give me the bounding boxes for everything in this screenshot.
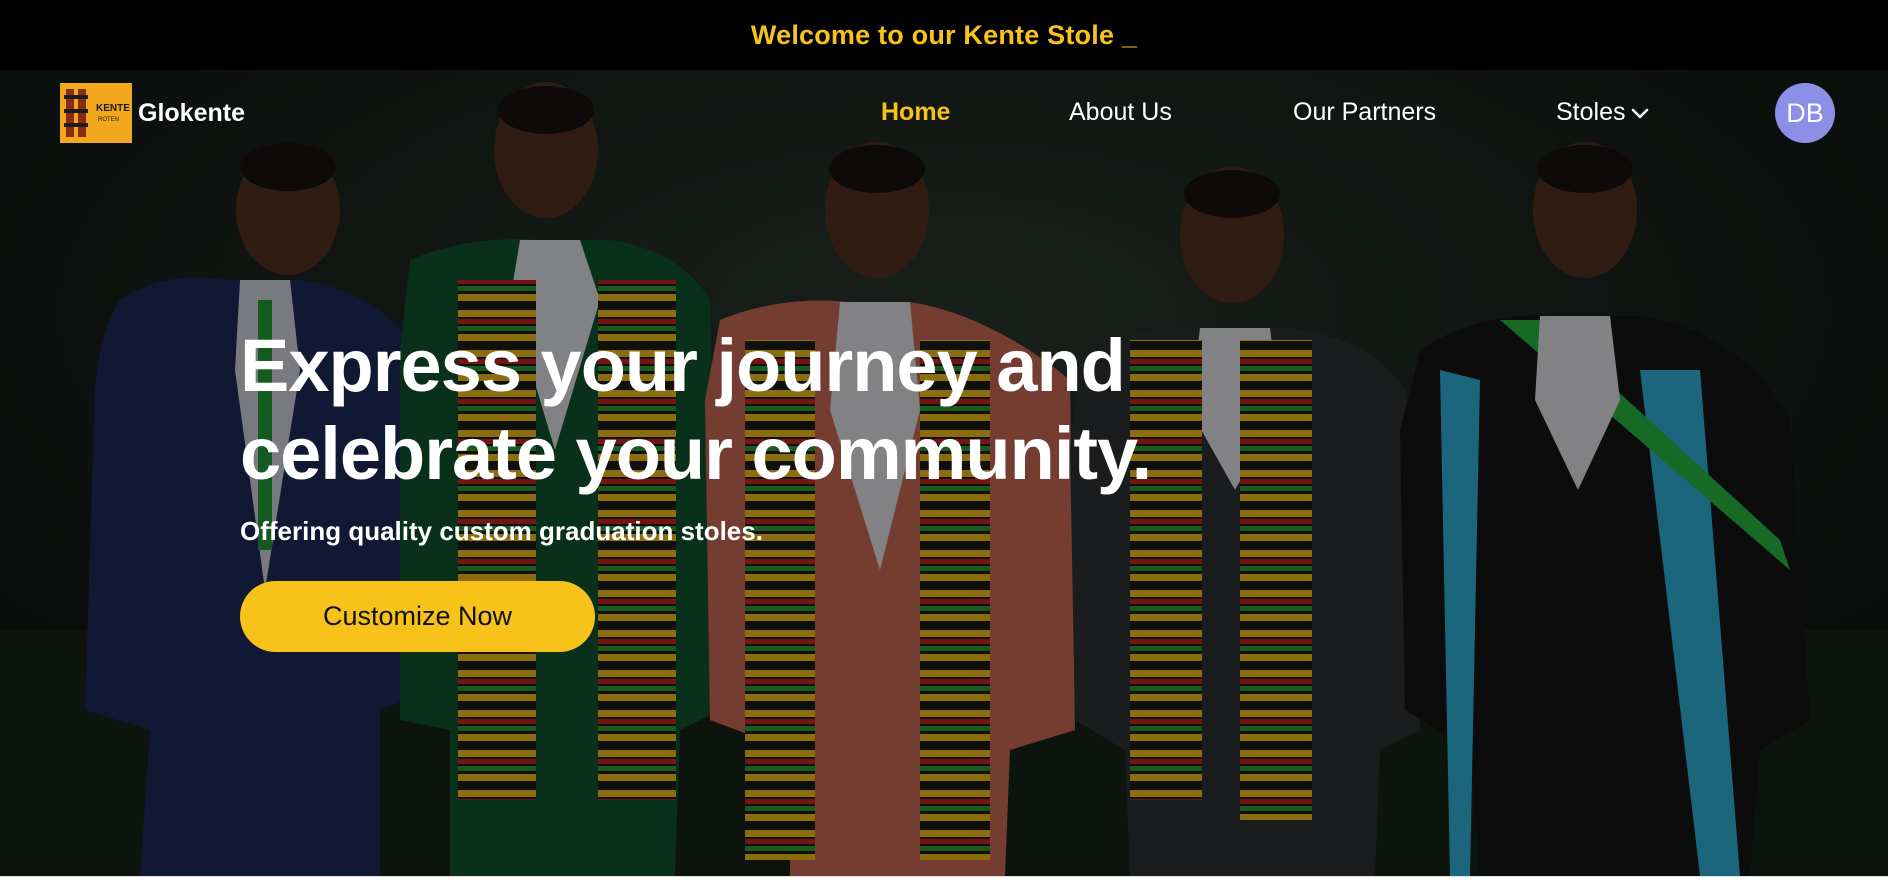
hero-title-line1: Express your journey and — [240, 324, 1126, 407]
hero-title-line2: celebrate your community. — [240, 412, 1152, 495]
hero-content: Express your journey and celebrate your … — [240, 322, 1240, 652]
customize-now-button[interactable]: Customize Now — [240, 581, 595, 652]
nav-home[interactable]: Home — [881, 98, 950, 127]
announcement-bar: Welcome to our Kente Stole _ — [0, 0, 1888, 70]
nav-stoles-dropdown[interactable]: Stoles — [1556, 98, 1651, 127]
page-bottom-edge — [0, 876, 1888, 881]
nav-about-us[interactable]: About Us — [1069, 98, 1172, 127]
user-avatar[interactable]: DB — [1775, 83, 1835, 143]
hero-subtitle: Offering quality custom graduation stole… — [240, 516, 763, 546]
announcement-text: Welcome to our Kente Stole _ — [750, 19, 1138, 50]
nav-stoles-label: Stoles — [1556, 98, 1626, 126]
nav-our-partners[interactable]: Our Partners — [1293, 98, 1436, 127]
chevron-down-icon — [1632, 108, 1649, 118]
main-navbar: KENTE ROTEN Glokente Home About Us Our P… — [0, 70, 1888, 156]
nav-links: Home About Us Our Partners Stoles — [0, 70, 1888, 156]
hero-title: Express your journey and celebrate your … — [240, 322, 1240, 498]
